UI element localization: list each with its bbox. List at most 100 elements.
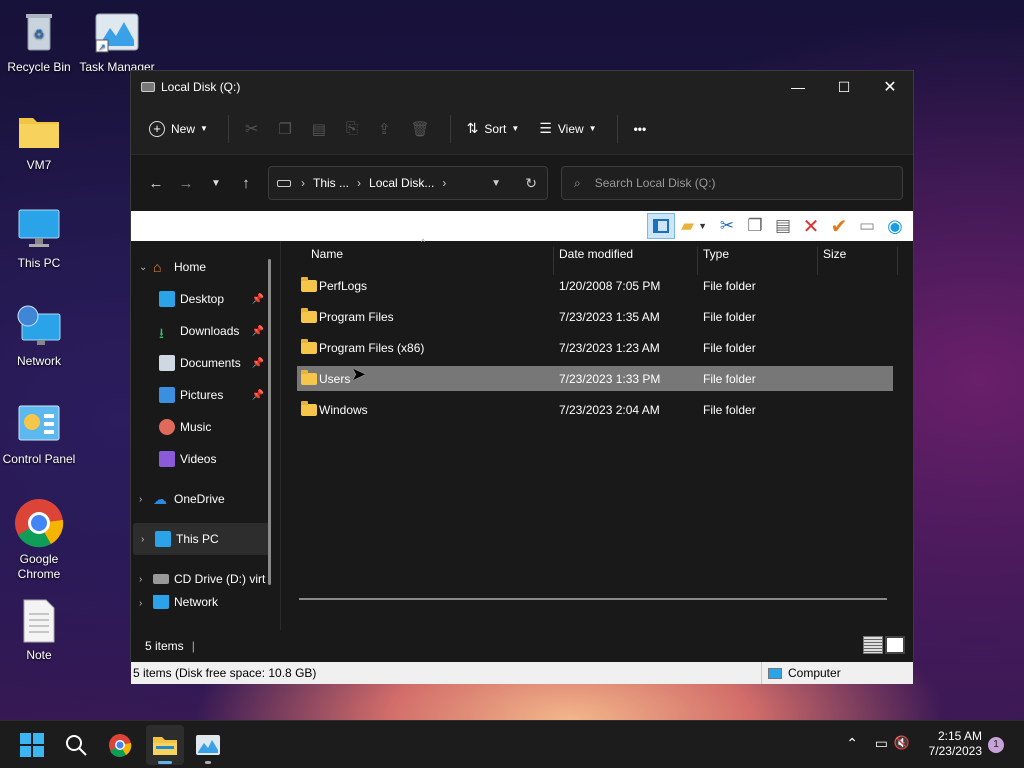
- title-bar[interactable]: Local Disk (Q:) — ☐ ✕: [131, 71, 913, 103]
- desktop-icon-google-chrome[interactable]: Google Chrome: [0, 498, 78, 582]
- share-button[interactable]: ⇪: [378, 120, 391, 138]
- status-bar: 5 items |: [131, 630, 913, 662]
- home-icon: ⌂: [153, 259, 162, 275]
- nav-item-this-pc[interactable]: › This PC: [133, 523, 270, 555]
- back-arrow-icon[interactable]: ←: [141, 175, 171, 192]
- file-name: PerfLogs: [319, 278, 368, 293]
- desktop-icon-vm7[interactable]: VM7: [0, 108, 78, 173]
- pin-icon: 📌: [251, 357, 264, 369]
- table-row[interactable]: PerfLogs 1/20/2008 7:05 PM File folder: [297, 273, 893, 298]
- large-icons-view-icon[interactable]: [885, 636, 905, 654]
- globe-icon[interactable]: ◉: [881, 213, 909, 239]
- address-history-chevron-icon[interactable]: ▼: [491, 178, 501, 189]
- breadcrumb-this-pc[interactable]: This ...: [313, 176, 349, 190]
- network-icon: [153, 595, 169, 609]
- file-name: Program Files: [319, 309, 394, 324]
- delete-button[interactable]: 🗑: [411, 120, 430, 138]
- file-type: File folder: [703, 278, 756, 293]
- cut-icon[interactable]: ✂: [713, 213, 741, 239]
- desktop-icon-this-pc[interactable]: This PC: [0, 206, 78, 271]
- column-header-size[interactable]: Size: [823, 247, 846, 261]
- chevron-right-icon: ›: [139, 493, 143, 505]
- desktop-icon-control-panel[interactable]: Control Panel: [0, 402, 78, 467]
- document-icon: [159, 355, 175, 371]
- delete-x-icon[interactable]: ✕: [797, 213, 825, 239]
- trash-icon: 🗑: [410, 120, 430, 138]
- folder-icon: [301, 276, 317, 292]
- up-arrow-icon[interactable]: ↑: [231, 175, 261, 192]
- nav-scrollbar[interactable]: [268, 259, 271, 585]
- minimize-button[interactable]: —: [775, 71, 821, 103]
- nav-item-pictures[interactable]: Pictures 📌: [131, 379, 280, 411]
- checkmark-icon[interactable]: ✔: [825, 213, 853, 239]
- chrome-icon: [109, 734, 132, 757]
- nav-item-videos[interactable]: Videos: [131, 443, 280, 475]
- sort-button[interactable]: ⇅ Sort ▼: [467, 120, 520, 137]
- nav-item-desktop[interactable]: Desktop 📌: [131, 283, 280, 315]
- nav-item-onedrive[interactable]: › ☁ OneDrive: [131, 483, 280, 515]
- nav-item-downloads[interactable]: ⭳ Downloads 📌: [131, 315, 280, 347]
- desktop-icon-note[interactable]: Note: [0, 598, 78, 663]
- breadcrumb-local-disk[interactable]: Local Disk...: [369, 176, 434, 190]
- preview-pane-icon[interactable]: [647, 213, 675, 239]
- new-button[interactable]: + New ▼: [149, 120, 208, 137]
- column-header-date[interactable]: Date modified: [559, 247, 633, 261]
- desktop-icon-label: VM7: [26, 158, 52, 172]
- monitor-icon: [155, 531, 171, 547]
- desktop-icon-label: Note: [26, 648, 52, 662]
- more-options-button[interactable]: •••: [634, 122, 647, 136]
- close-button[interactable]: ✕: [867, 71, 913, 103]
- table-row[interactable]: Windows 7/23/2023 2:04 AM File folder: [297, 397, 893, 422]
- copy-icon[interactable]: ❐: [741, 213, 769, 239]
- address-bar[interactable]: › This ... › Local Disk... › ▼ ↻: [268, 166, 548, 200]
- table-row-selected[interactable]: Users ➤ 7/23/2023 1:33 PM File folder: [297, 364, 893, 391]
- horizontal-scrollbar[interactable]: [299, 598, 887, 600]
- copy-button[interactable]: ❐: [278, 120, 291, 138]
- desktop-icon-network[interactable]: Network: [0, 304, 78, 369]
- desktop-icon-label: This PC: [17, 256, 61, 270]
- file-explorer-taskbar-button[interactable]: [146, 725, 184, 765]
- nav-item-home[interactable]: ⌄ ⌂ Home: [131, 251, 280, 283]
- search-button[interactable]: [62, 731, 90, 759]
- refresh-icon[interactable]: ↻: [525, 175, 537, 192]
- paste-button[interactable]: ▤: [312, 120, 326, 138]
- table-row[interactable]: Program Files 7/23/2023 1:35 AM File fol…: [297, 304, 893, 329]
- network-status-icon[interactable]: ▭: [875, 735, 888, 752]
- file-explorer-window: Local Disk (Q:) — ☐ ✕ + New ▼ ✂ ❐ ▤ ⎘ ⇪ …: [130, 70, 914, 684]
- chevron-down-icon: ▼: [511, 124, 520, 133]
- view-button[interactable]: ☰ View ▼: [539, 120, 596, 137]
- forward-arrow-icon[interactable]: →: [171, 175, 201, 192]
- cut-button[interactable]: ✂: [245, 119, 258, 139]
- properties-icon[interactable]: ▭: [853, 213, 881, 239]
- text-file-icon: [16, 598, 62, 644]
- rename-button[interactable]: ⎘: [346, 120, 358, 137]
- volume-muted-icon[interactable]: 🔇: [894, 735, 910, 751]
- column-header-name[interactable]: Name: [311, 247, 343, 261]
- desktop-icon-task-manager[interactable]: ↗ Task Manager: [78, 10, 156, 75]
- show-hidden-icons-chevron-icon[interactable]: ⌃: [846, 735, 858, 752]
- chrome-icon: [14, 498, 64, 548]
- search-input[interactable]: ⌕ Search Local Disk (Q:): [561, 166, 903, 200]
- column-header-type[interactable]: Type: [703, 247, 729, 261]
- rename-icon: ⎘: [345, 120, 358, 137]
- recent-locations-chevron-icon[interactable]: ▼: [201, 178, 231, 189]
- details-view-icon[interactable]: [863, 636, 883, 654]
- select-folder-icon[interactable]: ▰ ▼: [675, 213, 713, 239]
- paste-icon[interactable]: ▤: [769, 213, 797, 239]
- chrome-taskbar-button[interactable]: [106, 731, 134, 759]
- nav-item-documents[interactable]: Documents 📌: [131, 347, 280, 379]
- task-manager-taskbar-button[interactable]: [194, 731, 222, 764]
- nav-item-music[interactable]: Music: [131, 411, 280, 443]
- folder-icon: [301, 338, 317, 354]
- nav-item-network[interactable]: › Network: [131, 595, 280, 609]
- view-lines-icon: ☰: [539, 120, 552, 136]
- start-button[interactable]: [18, 731, 46, 759]
- desktop-icon-recycle-bin[interactable]: ♻ Recycle Bin: [0, 10, 78, 75]
- nav-item-cd-drive[interactable]: › CD Drive (D:) virt: [131, 563, 280, 595]
- maximize-button[interactable]: ☐: [821, 71, 867, 103]
- chevron-right-icon: ›: [442, 176, 447, 190]
- notification-badge[interactable]: 1: [988, 737, 1004, 753]
- table-row[interactable]: Program Files (x86) 7/23/2023 1:23 AM Fi…: [297, 335, 893, 360]
- navigation-pane: ⌄ ⌂ Home Desktop 📌 ⭳ Downloads 📌 Documen…: [131, 241, 281, 630]
- clock[interactable]: 2:15 AM 7/23/2023: [929, 729, 982, 759]
